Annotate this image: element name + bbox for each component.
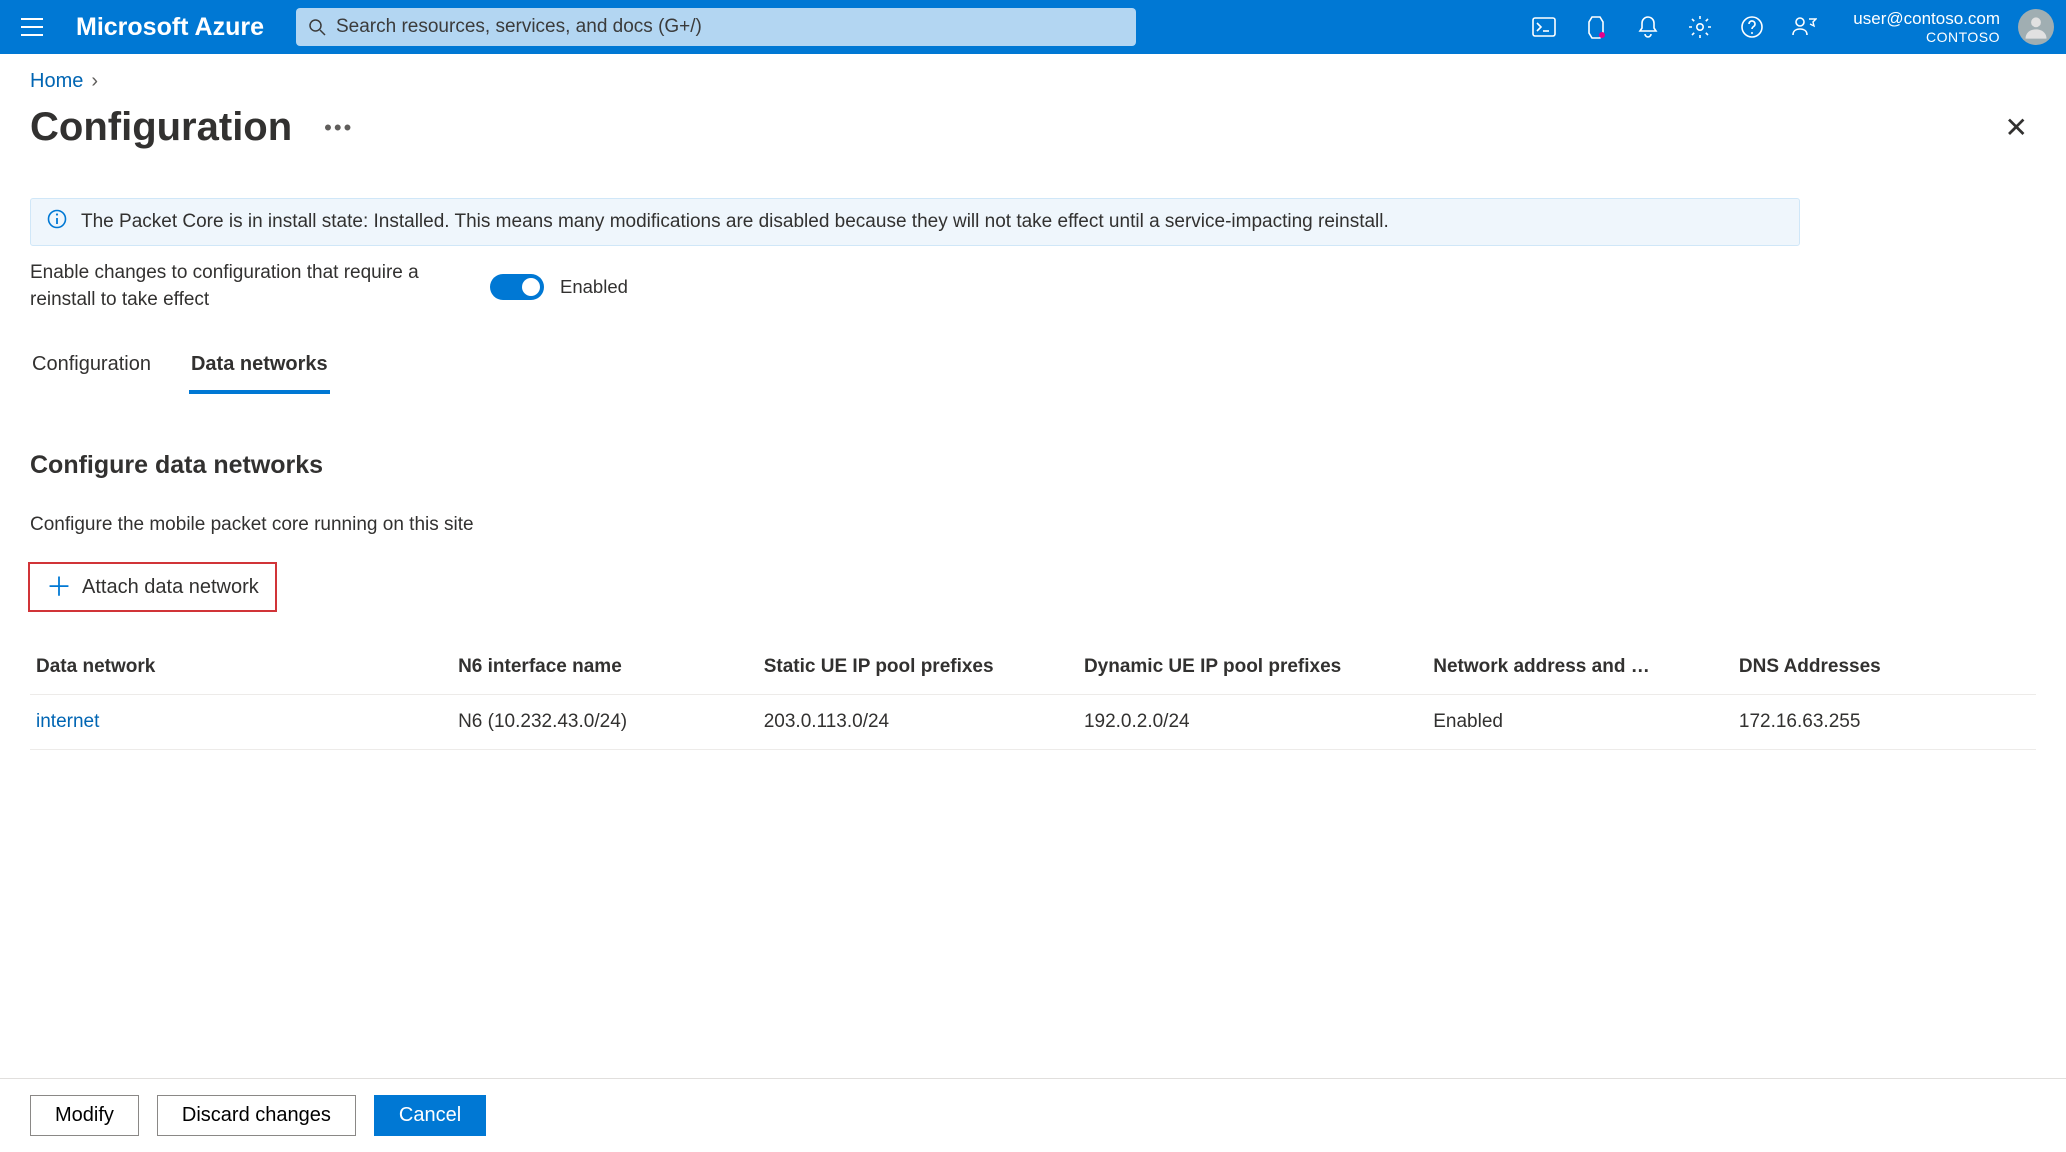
brand-label[interactable]: Microsoft Azure	[76, 13, 264, 42]
col-dns[interactable]: DNS Addresses	[1739, 656, 2030, 678]
modify-button[interactable]: Modify	[30, 1095, 139, 1136]
page-title: Configuration	[30, 105, 292, 150]
help-icon[interactable]	[1729, 0, 1775, 54]
search-icon	[308, 18, 326, 36]
top-actions: user@contoso.com CONTOSO	[1521, 0, 2054, 54]
discard-changes-button[interactable]: Discard changes	[157, 1095, 356, 1136]
table-header-row: Data network N6 interface name Static UE…	[30, 640, 2036, 695]
user-email: user@contoso.com	[1853, 9, 2000, 29]
info-banner: The Packet Core is in install state: Ins…	[30, 198, 1800, 246]
cancel-button[interactable]: Cancel	[374, 1095, 486, 1136]
enable-changes-toggle[interactable]	[490, 274, 544, 300]
user-block[interactable]: user@contoso.com CONTOSO	[1853, 9, 2000, 45]
feedback-icon[interactable]	[1781, 0, 1827, 54]
more-actions-icon[interactable]: •••	[324, 115, 353, 141]
plus-icon: ＋	[46, 574, 72, 600]
cell-n6: N6 (10.232.43.0/24)	[458, 711, 764, 733]
cell-static: 203.0.113.0/24	[764, 711, 1084, 733]
cell-dns: 172.16.63.255	[1739, 711, 2030, 733]
copilot-icon[interactable]	[1573, 0, 1619, 54]
search-input[interactable]	[334, 15, 1124, 39]
col-data-network[interactable]: Data network	[36, 656, 458, 678]
cell-nap: Enabled	[1433, 711, 1739, 733]
toggle-label: Enable changes to configuration that req…	[30, 260, 430, 313]
tabs: Configuration Data networks	[30, 347, 2036, 395]
tab-configuration[interactable]: Configuration	[30, 347, 153, 394]
user-tenant: CONTOSO	[1926, 29, 2000, 45]
col-static-prefixes[interactable]: Static UE IP pool prefixes	[764, 656, 1084, 678]
col-n6-interface[interactable]: N6 interface name	[458, 656, 764, 678]
info-text: The Packet Core is in install state: Ins…	[81, 211, 1389, 233]
settings-icon[interactable]	[1677, 0, 1723, 54]
top-header: Microsoft Azure user@contoso.com CONTOSO	[0, 0, 2066, 54]
cell-dynamic: 192.0.2.0/24	[1084, 711, 1433, 733]
breadcrumb-home[interactable]: Home	[30, 70, 83, 93]
footer-actions: Modify Discard changes Cancel	[0, 1078, 2066, 1152]
section-desc: Configure the mobile packet core running…	[30, 514, 2036, 536]
chevron-right-icon: ›	[91, 70, 98, 93]
attach-button-label: Attach data network	[82, 576, 259, 599]
data-network-link[interactable]: internet	[36, 711, 458, 733]
data-networks-table: Data network N6 interface name Static UE…	[30, 640, 2036, 750]
info-icon	[47, 209, 67, 235]
cloud-shell-icon[interactable]	[1521, 0, 1567, 54]
breadcrumb: Home ›	[30, 70, 2036, 93]
toggle-state-label: Enabled	[560, 276, 628, 298]
hamburger-icon[interactable]	[12, 18, 52, 36]
tab-data-networks[interactable]: Data networks	[189, 347, 330, 394]
col-dynamic-prefixes[interactable]: Dynamic UE IP pool prefixes	[1084, 656, 1433, 678]
section-title: Configure data networks	[30, 451, 2036, 480]
global-search[interactable]	[296, 8, 1136, 46]
close-icon[interactable]: ✕	[1997, 103, 2036, 152]
avatar[interactable]	[2018, 9, 2054, 45]
attach-data-network-button[interactable]: ＋ Attach data network	[30, 564, 275, 610]
table-row: internet N6 (10.232.43.0/24) 203.0.113.0…	[30, 695, 2036, 750]
col-network-address[interactable]: Network address and …	[1433, 656, 1739, 678]
notifications-icon[interactable]	[1625, 0, 1671, 54]
